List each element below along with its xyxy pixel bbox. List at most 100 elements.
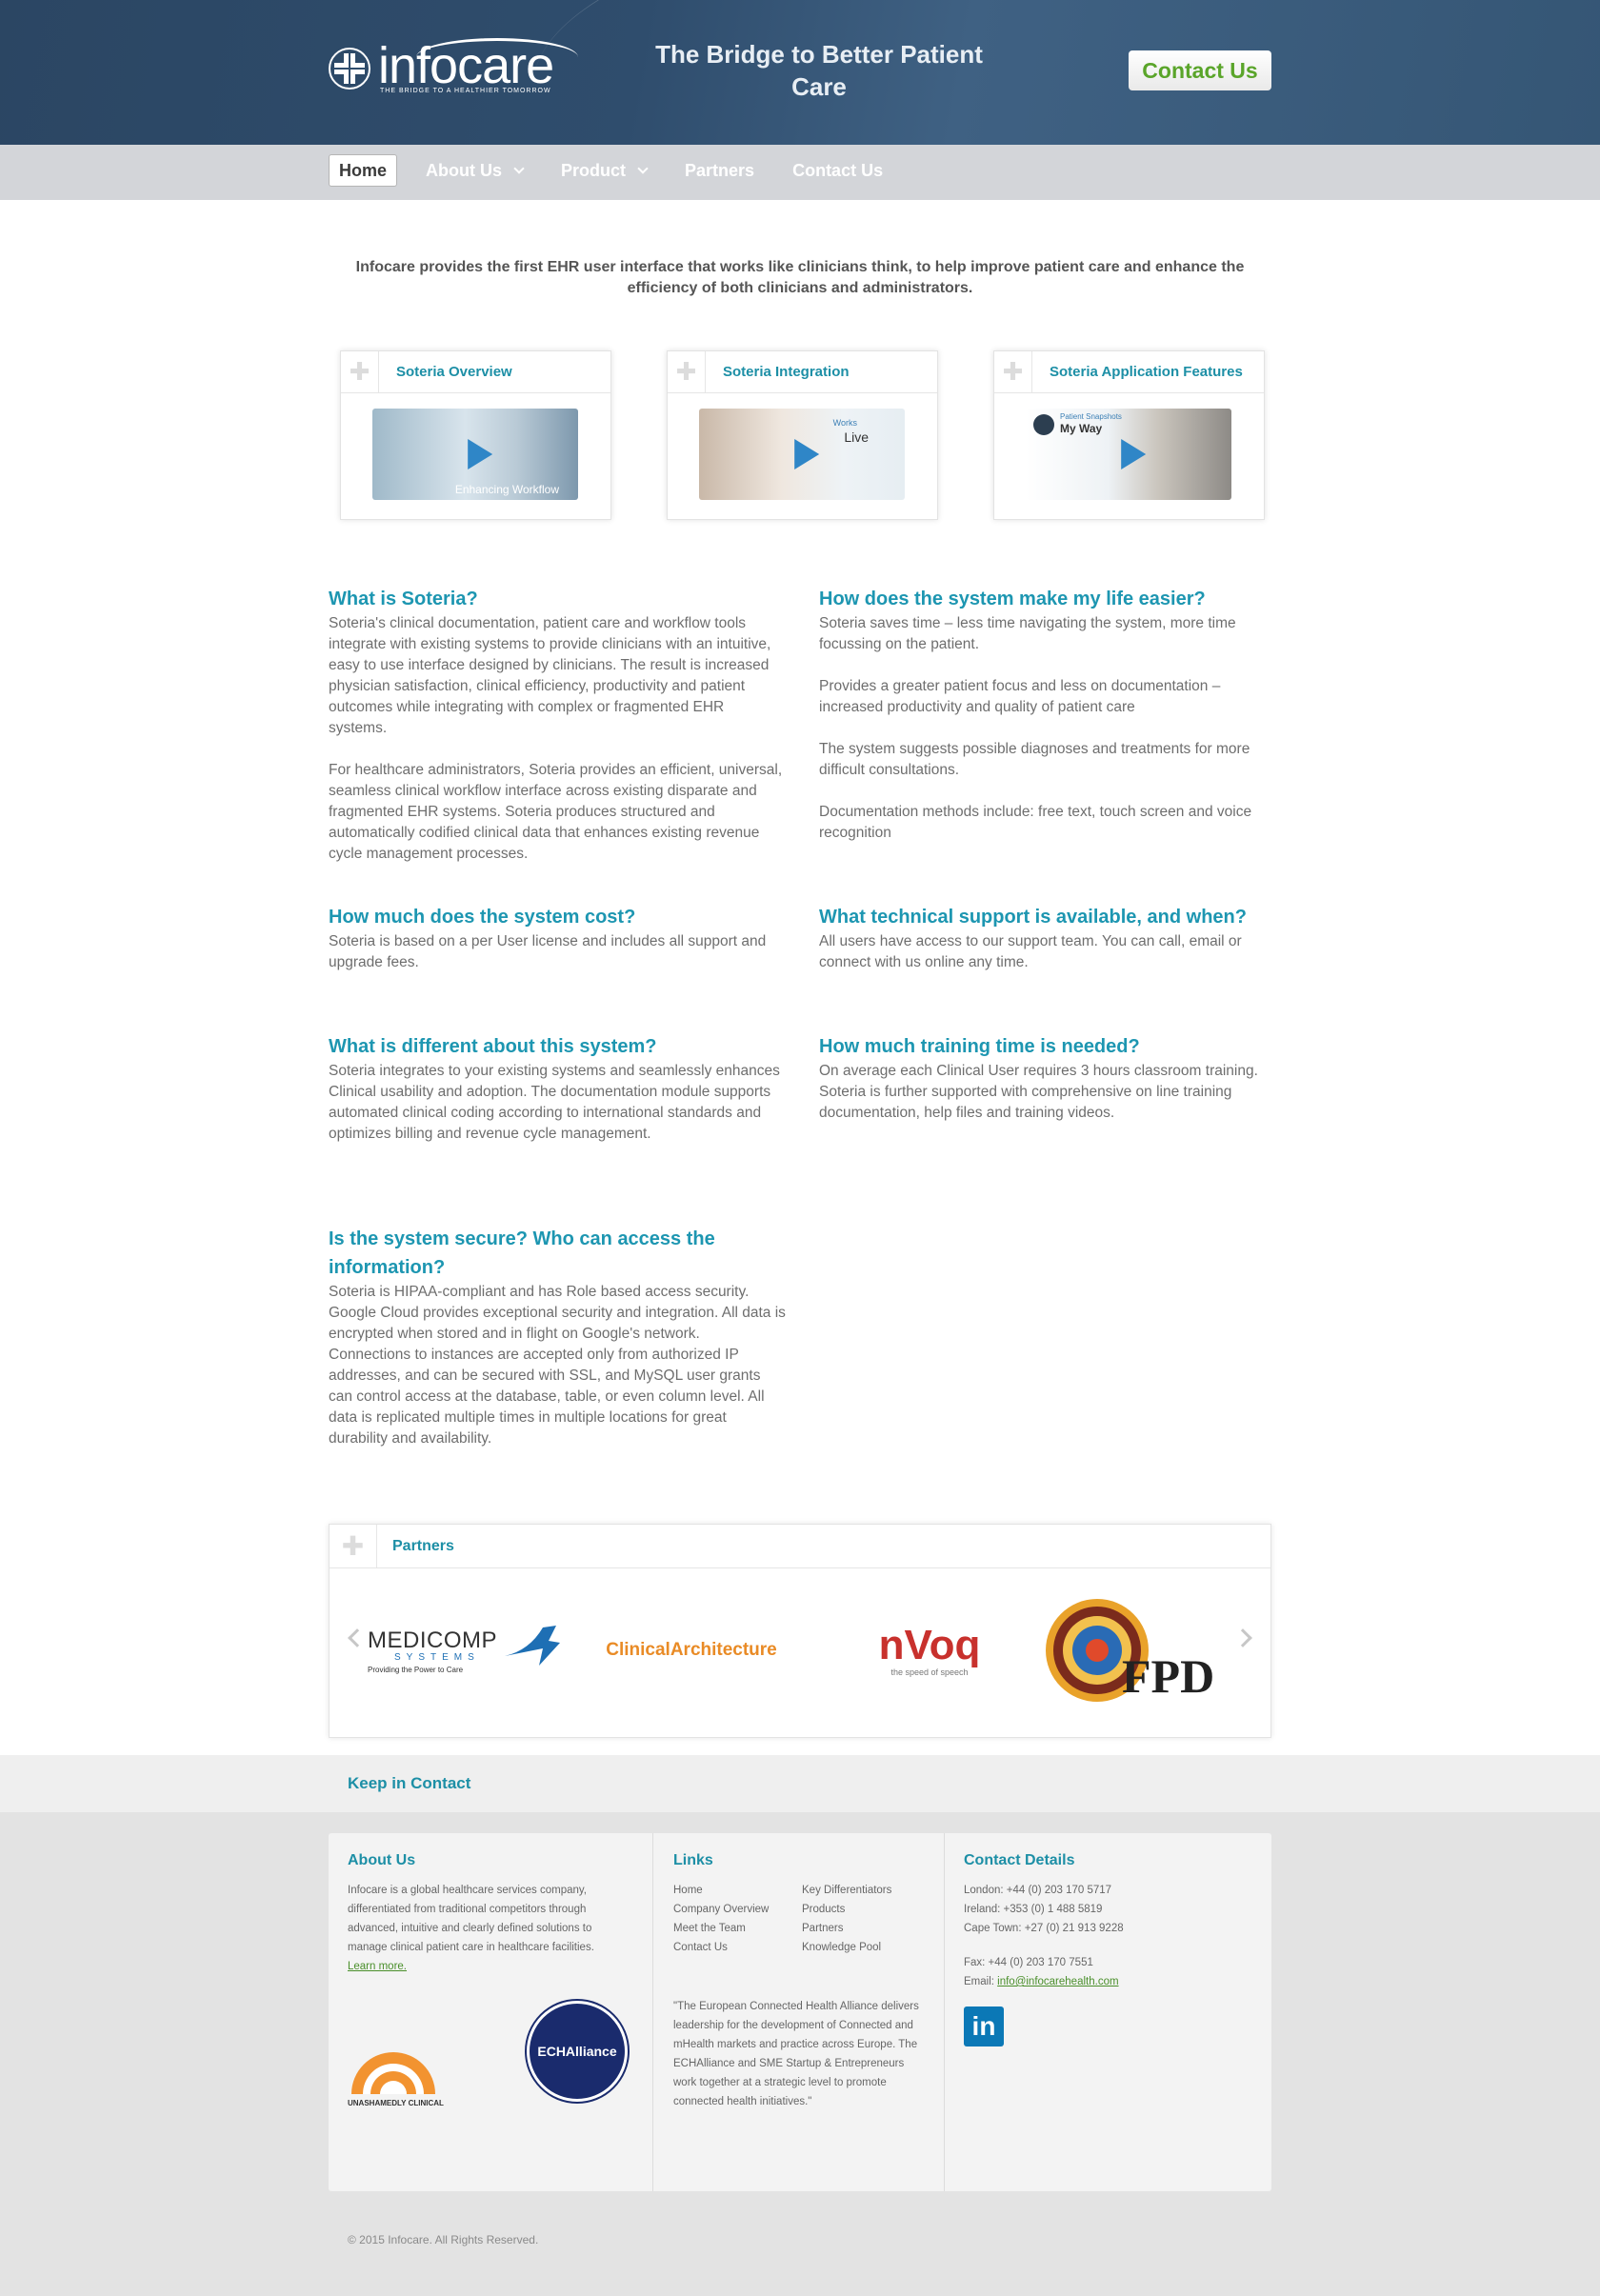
- card-header: ✚ Soteria Overview: [341, 350, 610, 393]
- footer-link-home[interactable]: Home: [673, 1881, 802, 1900]
- footer-link-knowledge-pool[interactable]: Knowledge Pool: [802, 1938, 930, 1957]
- medicomp-figure-icon: [505, 1626, 560, 1666]
- nav-label: Product: [561, 161, 627, 180]
- badge-text: UNASHAMEDLY CLINICAL: [348, 2099, 444, 2107]
- partners-title: Partners: [392, 1537, 454, 1554]
- nav-label: Partners: [685, 161, 755, 180]
- card-title: Soteria Application Features: [1050, 364, 1243, 380]
- contact-us-button[interactable]: Contact Us: [1129, 50, 1271, 90]
- faq-text: Soteria saves time – less time navigatin…: [819, 615, 1236, 652]
- play-icon[interactable]: [1121, 439, 1147, 469]
- play-icon[interactable]: [468, 439, 493, 469]
- main-nav: Home About Us Product Partners Contact U…: [0, 145, 1600, 200]
- partner-name: ClinicalArchitecture: [606, 1640, 777, 1660]
- card-title: Soteria Integration: [723, 364, 850, 380]
- footer-link-company-overview[interactable]: Company Overview: [673, 1900, 802, 1919]
- keep-in-contact-bar: Keep in Contact: [0, 1755, 1600, 1812]
- footer-box: About Us Infocare is a global healthcare…: [329, 1833, 1271, 2191]
- nav-item-partners[interactable]: Partners: [685, 154, 754, 187]
- nav-label: Home: [339, 161, 388, 180]
- video-card-features[interactable]: ✚ Soteria Application Features Patient S…: [993, 350, 1265, 520]
- faq-training: How much training time is needed? On ave…: [819, 1032, 1276, 1124]
- chevron-down-icon: [513, 163, 525, 174]
- phone-cape-town: Cape Town: +27 (0) 21 913 9228: [964, 1923, 1124, 1934]
- faq-text: Soteria is based on a per User license a…: [329, 933, 767, 970]
- partners-carousel: ✚ Partners MEDICOMP SYSTEMS Providing th…: [329, 1524, 1271, 1738]
- email-link[interactable]: info@infocarehealth.com: [997, 1976, 1118, 1987]
- nav-item-contact-us[interactable]: Contact Us: [792, 154, 883, 187]
- faq-title: Is the system secure? Who can access the…: [329, 1228, 715, 1278]
- footer-about: About Us Infocare is a global healthcare…: [348, 1833, 633, 2191]
- footer-link-key-differentiators[interactable]: Key Differentiators: [802, 1881, 930, 1900]
- faq-text: Provides a greater patient focus and les…: [819, 678, 1221, 715]
- faq-title: How does the system make my life easier?: [819, 589, 1206, 609]
- video-caption-small: Patient Snapshots: [1060, 412, 1122, 421]
- footer-link-partners[interactable]: Partners: [802, 1919, 930, 1938]
- footer-contact: Contact Details London: +44 (0) 203 170 …: [964, 1833, 1250, 2191]
- faq-text: Soteria integrates to your existing syst…: [329, 1063, 780, 1142]
- logo-tagline: THE BRIDGE TO A HEALTHIER TOMORROW: [380, 88, 551, 94]
- video-thumbnail[interactable]: Patient Snapshots My Way: [1026, 409, 1231, 500]
- plus-icon: ✚: [330, 1524, 377, 1568]
- faq-text: The system suggests possible diagnoses a…: [819, 741, 1250, 778]
- faq-title: How much does the system cost?: [329, 907, 636, 928]
- footer-about-title: About Us: [348, 1852, 416, 1868]
- partner-logo-clinical-architecture[interactable]: ClinicalArchitecture: [587, 1593, 796, 1707]
- video-thumbnail[interactable]: Enhancing Workflow: [372, 409, 578, 500]
- partner-sub: SYSTEMS: [394, 1652, 480, 1663]
- faq-support: What technical support is available, and…: [819, 903, 1276, 973]
- carousel-prev-arrow[interactable]: [348, 1628, 367, 1647]
- site-footer: About Us Infocare is a global healthcare…: [0, 1812, 1600, 2296]
- footer-links-title: Links: [673, 1852, 713, 1868]
- video-caption: Enhancing Workflow: [454, 483, 559, 496]
- card-header: ✚ Soteria Application Features: [994, 350, 1264, 393]
- video-thumbnail[interactable]: Works Live: [699, 409, 905, 500]
- video-card-integration[interactable]: ✚ Soteria Integration Works Live: [667, 350, 938, 520]
- partner-name: MEDICOMP: [368, 1627, 497, 1653]
- intro-text: Infocare provides the first EHR user int…: [355, 259, 1245, 296]
- user-icon: [1033, 414, 1054, 435]
- nav-item-product[interactable]: Product: [561, 154, 649, 187]
- partner-logo-medicomp[interactable]: MEDICOMP SYSTEMS Providing the Power to …: [368, 1593, 568, 1707]
- play-icon[interactable]: [794, 439, 820, 469]
- footer-link-meet-the-team[interactable]: Meet the Team: [673, 1919, 802, 1938]
- unashamedly-clinical-badge[interactable]: UNASHAMEDLY CLINICAL: [348, 2050, 444, 2107]
- card-title: Soteria Overview: [396, 364, 512, 380]
- badge-text: ECHAlliance: [537, 2044, 617, 2059]
- faq-secure: Is the system secure? Who can access the…: [329, 1225, 786, 1449]
- nav-label: Contact Us: [792, 161, 884, 180]
- fax: Fax: +44 (0) 203 170 7551: [964, 1957, 1093, 1968]
- faq-different: What is different about this system? Sot…: [329, 1032, 786, 1145]
- faq-what-is-soteria: What is Soteria? Soteria's clinical docu…: [329, 585, 786, 865]
- fpd-logo: FPD: [1044, 1597, 1234, 1704]
- plus-icon: ✚: [994, 350, 1032, 393]
- plus-icon: ✚: [668, 350, 706, 393]
- footer-link-contact-us[interactable]: Contact Us: [673, 1938, 802, 1957]
- footer-divider: [652, 1833, 653, 2191]
- faq-title: What is different about this system?: [329, 1036, 657, 1057]
- echalliance-badge[interactable]: ECHAlliance: [527, 2001, 628, 2102]
- linkedin-icon[interactable]: in: [964, 2007, 1004, 2046]
- faq-text: Soteria is HIPAA-compliant and has Role …: [329, 1284, 786, 1447]
- partner-logo-nvoq[interactable]: nVoq the speed of speech: [834, 1593, 1025, 1707]
- logo-cross-icon: [329, 48, 370, 90]
- video-caption: My Way: [1060, 422, 1103, 435]
- plus-icon: ✚: [341, 350, 379, 393]
- unashamedly-clinical-icon: [351, 2052, 435, 2094]
- nav-item-home[interactable]: Home: [329, 154, 398, 187]
- infocare-logo[interactable]: infocare THE BRIDGE TO A HEALTHIER TOMOR…: [329, 37, 578, 101]
- chevron-down-icon: [637, 163, 649, 174]
- logo-text: infocare: [378, 37, 554, 94]
- nav-item-about-us[interactable]: About Us: [426, 154, 525, 187]
- header-slogan: The Bridge to Better Patient Care: [655, 40, 983, 101]
- learn-more-link[interactable]: Learn more.: [348, 1961, 407, 1972]
- footer-link-products[interactable]: Products: [802, 1900, 930, 1919]
- video-card-overview[interactable]: ✚ Soteria Overview Enhancing Workflow: [340, 350, 611, 520]
- keep-in-contact-title: Keep in Contact: [348, 1774, 471, 1792]
- faq-text: Documentation methods include: free text…: [819, 804, 1252, 841]
- partners-header: ✚ Partners: [330, 1524, 1270, 1568]
- faq-title: How much training time is needed?: [819, 1036, 1140, 1057]
- partner-logo-fpd[interactable]: FPD: [1030, 1593, 1249, 1707]
- partner-name: nVoq: [878, 1622, 981, 1668]
- footer-links: Links Home Key Differentiators Company O…: [673, 1833, 930, 2191]
